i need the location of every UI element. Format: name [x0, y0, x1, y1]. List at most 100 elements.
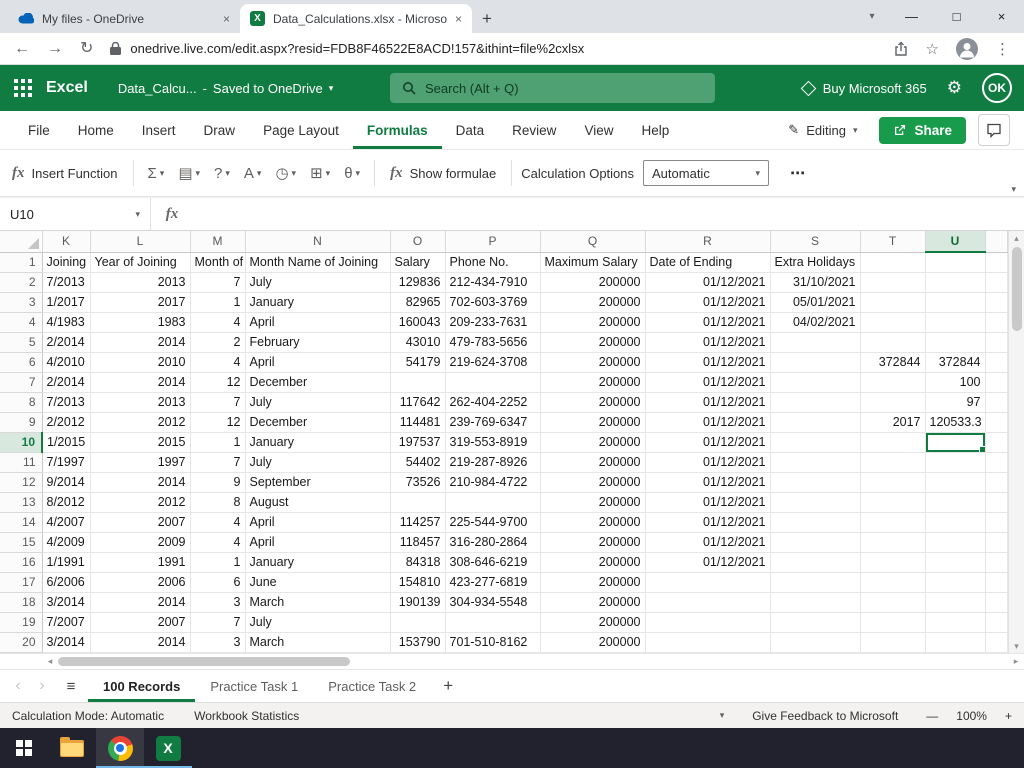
cell-R12[interactable]: 01/12/2021	[645, 472, 771, 493]
cell-P11[interactable]: 219-287-8926	[445, 452, 541, 473]
cell-R18[interactable]	[645, 592, 771, 613]
cell-T19[interactable]	[860, 612, 926, 633]
row-header-20[interactable]: 20	[0, 632, 43, 653]
cell-S19[interactable]	[770, 612, 861, 633]
cell-P18[interactable]: 304-934-5548	[445, 592, 541, 613]
cell-M12[interactable]: 9	[190, 472, 246, 493]
sheet-list-hamburger-icon[interactable]: ≡	[54, 670, 88, 702]
cell-U18[interactable]	[925, 592, 986, 613]
cell-U9[interactable]: 120533.3	[925, 412, 986, 433]
cell-N14[interactable]: April	[245, 512, 391, 533]
cell-N19[interactable]: July	[245, 612, 391, 633]
show-formulae-button[interactable]: fx Show formulae	[384, 165, 502, 182]
cell-O2[interactable]: 129836	[390, 272, 446, 293]
cell-Q8[interactable]: 200000	[540, 392, 646, 413]
cell-P1[interactable]: Phone No.	[445, 252, 541, 273]
cell-P14[interactable]: 225-544-9700	[445, 512, 541, 533]
cell-U20[interactable]	[925, 632, 986, 653]
recently-used-dropdown[interactable]: ▤ ▾	[173, 162, 205, 185]
row-header-6[interactable]: 6	[0, 352, 43, 373]
cell-M7[interactable]: 12	[190, 372, 246, 393]
cell-K14[interactable]: 4/2007	[42, 512, 91, 533]
workbook-statistics[interactable]: Workbook Statistics	[194, 709, 299, 723]
cell-N9[interactable]: December	[245, 412, 391, 433]
scroll-down-arrow-icon[interactable]: ▾	[1009, 639, 1024, 653]
cell-P9[interactable]: 239-769-6347	[445, 412, 541, 433]
cell-P6[interactable]: 219-624-3708	[445, 352, 541, 373]
cell-T10[interactable]	[860, 432, 926, 453]
cell-K17[interactable]: 6/2006	[42, 572, 91, 593]
cell-R1[interactable]: Date of Ending	[645, 252, 771, 273]
ribbon-more-button[interactable]: ⋯	[778, 164, 817, 182]
cell-K11[interactable]: 7/1997	[42, 452, 91, 473]
cell-T1[interactable]	[860, 252, 926, 273]
cell-M3[interactable]: 1	[190, 292, 246, 313]
horizontal-scroll-thumb[interactable]	[58, 657, 350, 666]
cell-N3[interactable]: January	[245, 292, 391, 313]
cell-P8[interactable]: 262-404-2252	[445, 392, 541, 413]
row-header-15[interactable]: 15	[0, 532, 43, 553]
cell-T11[interactable]	[860, 452, 926, 473]
cell-T2[interactable]	[860, 272, 926, 293]
cell-T4[interactable]	[860, 312, 926, 333]
window-maximize-button[interactable]: □	[934, 0, 979, 33]
sheet-prev-icon[interactable]: ‹	[6, 670, 30, 702]
column-header-P[interactable]: P	[445, 231, 541, 253]
row-header-18[interactable]: 18	[0, 592, 43, 613]
cell-Q15[interactable]: 200000	[540, 532, 646, 553]
browser-menu-kebab-icon[interactable]: ⋮	[995, 40, 1010, 58]
cell-L12[interactable]: 2014	[90, 472, 191, 493]
cell-L5[interactable]: 2014	[90, 332, 191, 353]
cell-M19[interactable]: 7	[190, 612, 246, 633]
formula-input[interactable]	[193, 198, 1024, 230]
cell-N17[interactable]: June	[245, 572, 391, 593]
row-header-11[interactable]: 11	[0, 452, 43, 473]
vertical-scrollbar[interactable]: ▴ ▾	[1008, 231, 1024, 653]
cell-M8[interactable]: 7	[190, 392, 246, 413]
cell-O3[interactable]: 82965	[390, 292, 446, 313]
cell-Q5[interactable]: 200000	[540, 332, 646, 353]
cell-Q9[interactable]: 200000	[540, 412, 646, 433]
buy-microsoft-365-button[interactable]: Buy Microsoft 365	[800, 80, 927, 96]
cell-T9[interactable]: 2017	[860, 412, 926, 433]
cell-P13[interactable]	[445, 492, 541, 513]
cell-T12[interactable]	[860, 472, 926, 493]
cell-P19[interactable]	[445, 612, 541, 633]
cell-S6[interactable]	[770, 352, 861, 373]
cell-Q17[interactable]: 200000	[540, 572, 646, 593]
cell-R13[interactable]: 01/12/2021	[645, 492, 771, 513]
cell-K4[interactable]: 4/1983	[42, 312, 91, 333]
cell-N16[interactable]: January	[245, 552, 391, 573]
cell-N7[interactable]: December	[245, 372, 391, 393]
comments-button[interactable]	[978, 114, 1010, 146]
cell-Q7[interactable]: 200000	[540, 372, 646, 393]
cell-O17[interactable]: 154810	[390, 572, 446, 593]
row-header-8[interactable]: 8	[0, 392, 43, 413]
sheet-next-icon[interactable]: ›	[30, 670, 54, 702]
horizontal-scrollbar[interactable]: ◂ ▸	[0, 653, 1024, 670]
menu-tab-file[interactable]: File	[14, 111, 64, 149]
cell-P12[interactable]: 210-984-4722	[445, 472, 541, 493]
column-header-O[interactable]: O	[390, 231, 446, 253]
row-header-2[interactable]: 2	[0, 272, 43, 293]
cell-S2[interactable]: 31/10/2021	[770, 272, 861, 293]
sheet-tab-100-records[interactable]: 100 Records	[88, 670, 195, 702]
cell-Q20[interactable]: 200000	[540, 632, 646, 653]
date-time-dropdown[interactable]: ◷ ▾	[270, 162, 301, 185]
column-header-S[interactable]: S	[770, 231, 861, 253]
cell-K10[interactable]: 1/2015	[42, 432, 91, 453]
scroll-left-arrow-icon[interactable]: ◂	[42, 656, 58, 667]
cell-P15[interactable]: 316-280-2864	[445, 532, 541, 553]
cell-L10[interactable]: 2015	[90, 432, 191, 453]
cell-P20[interactable]: 701-510-8162	[445, 632, 541, 653]
cell-S15[interactable]	[770, 532, 861, 553]
cell-O18[interactable]: 190139	[390, 592, 446, 613]
browser-tab-my-files-onedrive[interactable]: My files - OneDrive ×	[8, 4, 240, 33]
cell-Q6[interactable]: 200000	[540, 352, 646, 373]
row-header-17[interactable]: 17	[0, 572, 43, 593]
row-header-14[interactable]: 14	[0, 512, 43, 533]
cell-R14[interactable]: 01/12/2021	[645, 512, 771, 533]
cell-S13[interactable]	[770, 492, 861, 513]
cell-L7[interactable]: 2014	[90, 372, 191, 393]
cell-Q13[interactable]: 200000	[540, 492, 646, 513]
